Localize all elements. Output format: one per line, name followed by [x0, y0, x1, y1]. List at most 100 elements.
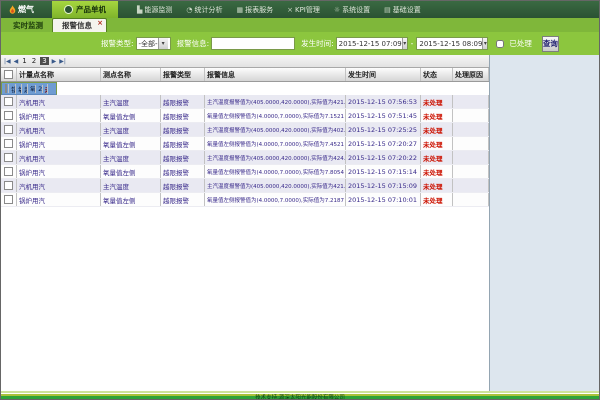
- row-checkbox[interactable]: [1, 109, 17, 122]
- last-page-button[interactable]: ▶|: [59, 58, 66, 65]
- basic-settings-icon: ▤: [384, 6, 391, 14]
- col-metering-point[interactable]: 计量点名称: [17, 68, 101, 81]
- cell-reason: [453, 179, 489, 192]
- cell-time: 2015-12-15 07:20:22: [346, 151, 421, 164]
- row-checkbox[interactable]: [1, 151, 17, 164]
- page-number-3[interactable]: 3: [40, 57, 48, 65]
- page-number-1[interactable]: 1: [21, 57, 27, 65]
- cell-metering-point: 锅炉用汽: [17, 109, 101, 122]
- cell-time: 2015-12-15 07:15:09: [346, 179, 421, 192]
- menu-item-stats-analysis[interactable]: ◔统计分析: [181, 5, 227, 15]
- cell-metering-point: 锅炉用汽: [17, 137, 101, 150]
- row-checkbox[interactable]: [1, 137, 17, 150]
- cell-time: 2015-12-15 07:51:45: [346, 109, 421, 122]
- time-to-picker[interactable]: 2015-12-15 08:09 ▾: [416, 37, 488, 50]
- time-to-value: 2015-12-15 08:09: [419, 40, 482, 48]
- cell-status: 未处理: [421, 137, 453, 150]
- col-alarm-type[interactable]: 报警类型: [161, 68, 205, 81]
- query-button[interactable]: 查询: [542, 36, 559, 52]
- cell-status: 未处理: [421, 109, 453, 122]
- table-row[interactable]: 锅炉用汽氧量值左侧越限报警氧量值左侧报警值为(4.0000,7.0000),实际…: [1, 193, 489, 207]
- cell-point-name: 主汽温度: [101, 151, 161, 164]
- main-menu: ▙能源监测 ◔统计分析 ▦报表服务×KPI管理 ☼系统设置 ▤基础设置: [132, 5, 426, 15]
- cell-reason: [453, 137, 489, 150]
- chevron-down-icon[interactable]: ▾: [482, 38, 487, 49]
- filter-bar: 报警类型: -全部- ▾ 报警信息: 发生时间: 2015-12-15 07:0…: [1, 32, 599, 55]
- cell-metering-point: 锅炉用汽: [17, 165, 101, 178]
- cell-metering-point: 汽机用汽: [17, 151, 101, 164]
- energy-monitor-icon: ▙: [137, 6, 142, 14]
- cell-reason: [453, 193, 489, 206]
- cell-metering-point: 汽机用汽: [17, 95, 101, 108]
- cell-time: 2015-12-15 07:10:01: [346, 193, 421, 206]
- table-row[interactable]: 汽机用汽主汽温度越限报警主汽温度报警值为(405.0000,420.0000),…: [1, 95, 489, 109]
- select-all-checkbox[interactable]: [1, 68, 17, 81]
- next-page-button[interactable]: ▶: [52, 58, 57, 65]
- table-row[interactable]: 汽机用汽主汽温度越限报警主汽温度报警值为(405.0000,420.0000),…: [1, 151, 489, 165]
- row-checkbox[interactable]: [1, 95, 17, 108]
- time-range-separator: -: [411, 39, 414, 48]
- tab-alarm-info-label: 报警信息: [62, 21, 92, 30]
- tab-bar: 实时监测 报警信息 ×: [1, 18, 599, 32]
- table-row[interactable]: 锅炉用汽氧量值左侧越限报警氧量值左侧报警值为(4.0000,7.0000),实际…: [1, 109, 489, 123]
- occur-time-label: 发生时间:: [301, 38, 334, 49]
- alarm-type-select[interactable]: -全部- ▾: [136, 37, 171, 50]
- row-checkbox[interactable]: [1, 179, 17, 192]
- cell-message: 主汽温度报警值为(405.0000,420.0000),实际值为421.3625: [205, 179, 346, 192]
- cell-alarm-type: 越限报警: [161, 179, 205, 192]
- prev-page-button[interactable]: ◀: [14, 58, 19, 65]
- cell-reason: [453, 151, 489, 164]
- cell-point-name: 氧量值左侧: [101, 137, 161, 150]
- table-body: 锅炉用汽氧量值左侧越限报警氧量值左侧报警值为(4.0000,7.0000),实际…: [1, 82, 489, 207]
- alarm-info-input[interactable]: [211, 37, 295, 50]
- chevron-down-icon[interactable]: ▾: [158, 38, 168, 49]
- cell-message: 主汽温度报警值为(405.0000,420.0000),实际值为402.5296: [205, 123, 346, 136]
- menu-item-label: KPI管理: [295, 5, 320, 15]
- cell-point-name: 主汽温度: [101, 179, 161, 192]
- first-page-button[interactable]: |◀: [4, 58, 11, 65]
- menu-item-label: 报表服务: [245, 5, 273, 15]
- menu-item-energy-monitor[interactable]: ▙能源监测: [132, 5, 177, 15]
- menu-item-report-service[interactable]: ▦报表服务: [232, 5, 279, 15]
- menu-item-kpi-management[interactable]: ×KPI管理: [282, 5, 325, 15]
- page-number-2[interactable]: 2: [31, 57, 37, 65]
- cell-time: 2015-12-15 07:25:25: [346, 123, 421, 136]
- menu-item-basic-settings[interactable]: ▤基础设置: [379, 5, 426, 15]
- footer-text: 技术支持:源深太阳光能股份有限公司: [1, 396, 599, 400]
- cell-point-name: 主汽温度: [101, 95, 161, 108]
- time-from-picker[interactable]: 2015-12-15 07:09 ▾: [336, 37, 408, 50]
- col-status[interactable]: 状态: [421, 68, 453, 81]
- tab-close-icon[interactable]: ×: [97, 19, 103, 27]
- app-logo: 燃气: [1, 4, 42, 15]
- cell-alarm-type: 越限报警: [161, 95, 205, 108]
- cell-point-name: 氧量值左侧: [101, 193, 161, 206]
- cell-reason: [453, 95, 489, 108]
- col-point-name[interactable]: 测点名称: [101, 68, 161, 81]
- table-row[interactable]: 汽机用汽主汽温度越限报警主汽温度报警值为(405.0000,420.0000),…: [1, 123, 489, 137]
- chevron-down-icon[interactable]: ▾: [402, 38, 407, 49]
- row-checkbox[interactable]: [1, 193, 17, 206]
- col-occur-time[interactable]: 发生时间: [346, 68, 421, 81]
- cell-status: 未处理: [421, 151, 453, 164]
- cell-message: 氧量值左侧报警值为(4.0000,7.0000),实际值为7.1521: [205, 109, 346, 122]
- processed-checkbox[interactable]: [496, 40, 504, 48]
- table-row[interactable]: 锅炉用汽氧量值左侧越限报警氧量值左侧报警值为(4.0000,7.0000),实际…: [1, 137, 489, 151]
- app-logo-text: 燃气: [18, 4, 34, 15]
- col-alarm-message[interactable]: 报警信息: [205, 68, 346, 81]
- tab-realtime-monitor[interactable]: 实时监测: [4, 19, 52, 32]
- table-row[interactable]: 锅炉用汽氧量值左侧越限报警氧量值左侧报警值为(4.0000,7.0000),实际…: [1, 165, 489, 179]
- menu-item-label: 统计分析: [195, 5, 223, 15]
- product-button[interactable]: 产品单机: [52, 1, 118, 18]
- row-checkbox[interactable]: [1, 123, 17, 136]
- cell-alarm-type: 越限报警: [161, 123, 205, 136]
- stats-analysis-icon: ◔: [186, 6, 192, 14]
- cell-alarm-type: 越限报警: [161, 137, 205, 150]
- row-checkbox[interactable]: [1, 165, 17, 178]
- tab-alarm-info[interactable]: 报警信息 ×: [52, 18, 107, 32]
- table-row[interactable]: 汽机用汽主汽温度越限报警主汽温度报警值为(405.0000,420.0000),…: [1, 179, 489, 193]
- alarm-type-value: -全部-: [139, 39, 158, 49]
- table-row[interactable]: 锅炉用汽氧量值左侧越限报警氧量值左侧报警值为(4.0000,7.0000),实际…: [1, 82, 57, 95]
- system-settings-icon: ☼: [334, 6, 340, 14]
- col-handle-reason[interactable]: 处理原因: [453, 68, 489, 81]
- menu-item-system-settings[interactable]: ☼系统设置: [329, 5, 375, 15]
